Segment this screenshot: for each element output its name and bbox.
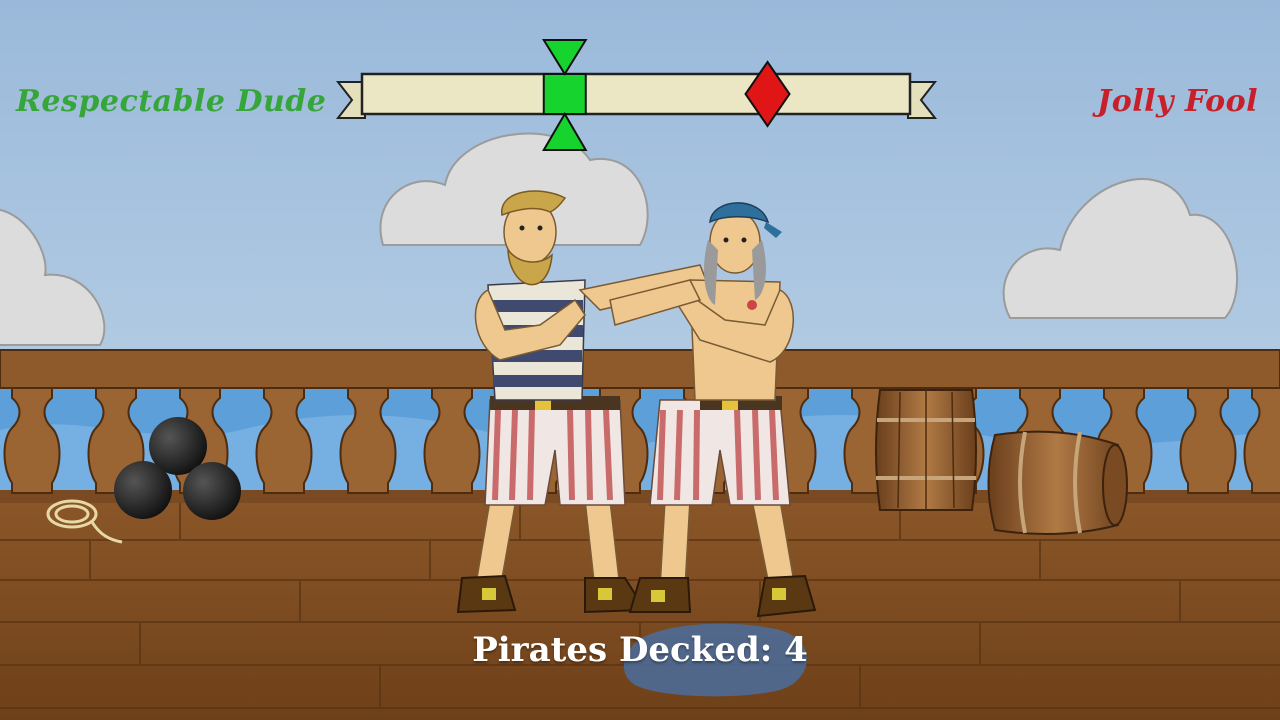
barrel-icon — [875, 389, 977, 511]
tug-meter-bar — [360, 72, 912, 116]
score-value: 4 — [784, 630, 808, 670]
score-display: Pirates Decked: 4 — [0, 630, 1280, 670]
player-marker-square — [542, 73, 587, 115]
player-name-right: Jolly Fool — [1097, 84, 1258, 119]
barrel-icon — [987, 430, 1128, 535]
game-stage[interactable]: Respectable Dude Jolly Fool Pirates Deck… — [0, 0, 1280, 720]
player-name-left: Respectable Dude — [16, 84, 327, 119]
score-label: Pirates Decked: — [472, 630, 773, 670]
